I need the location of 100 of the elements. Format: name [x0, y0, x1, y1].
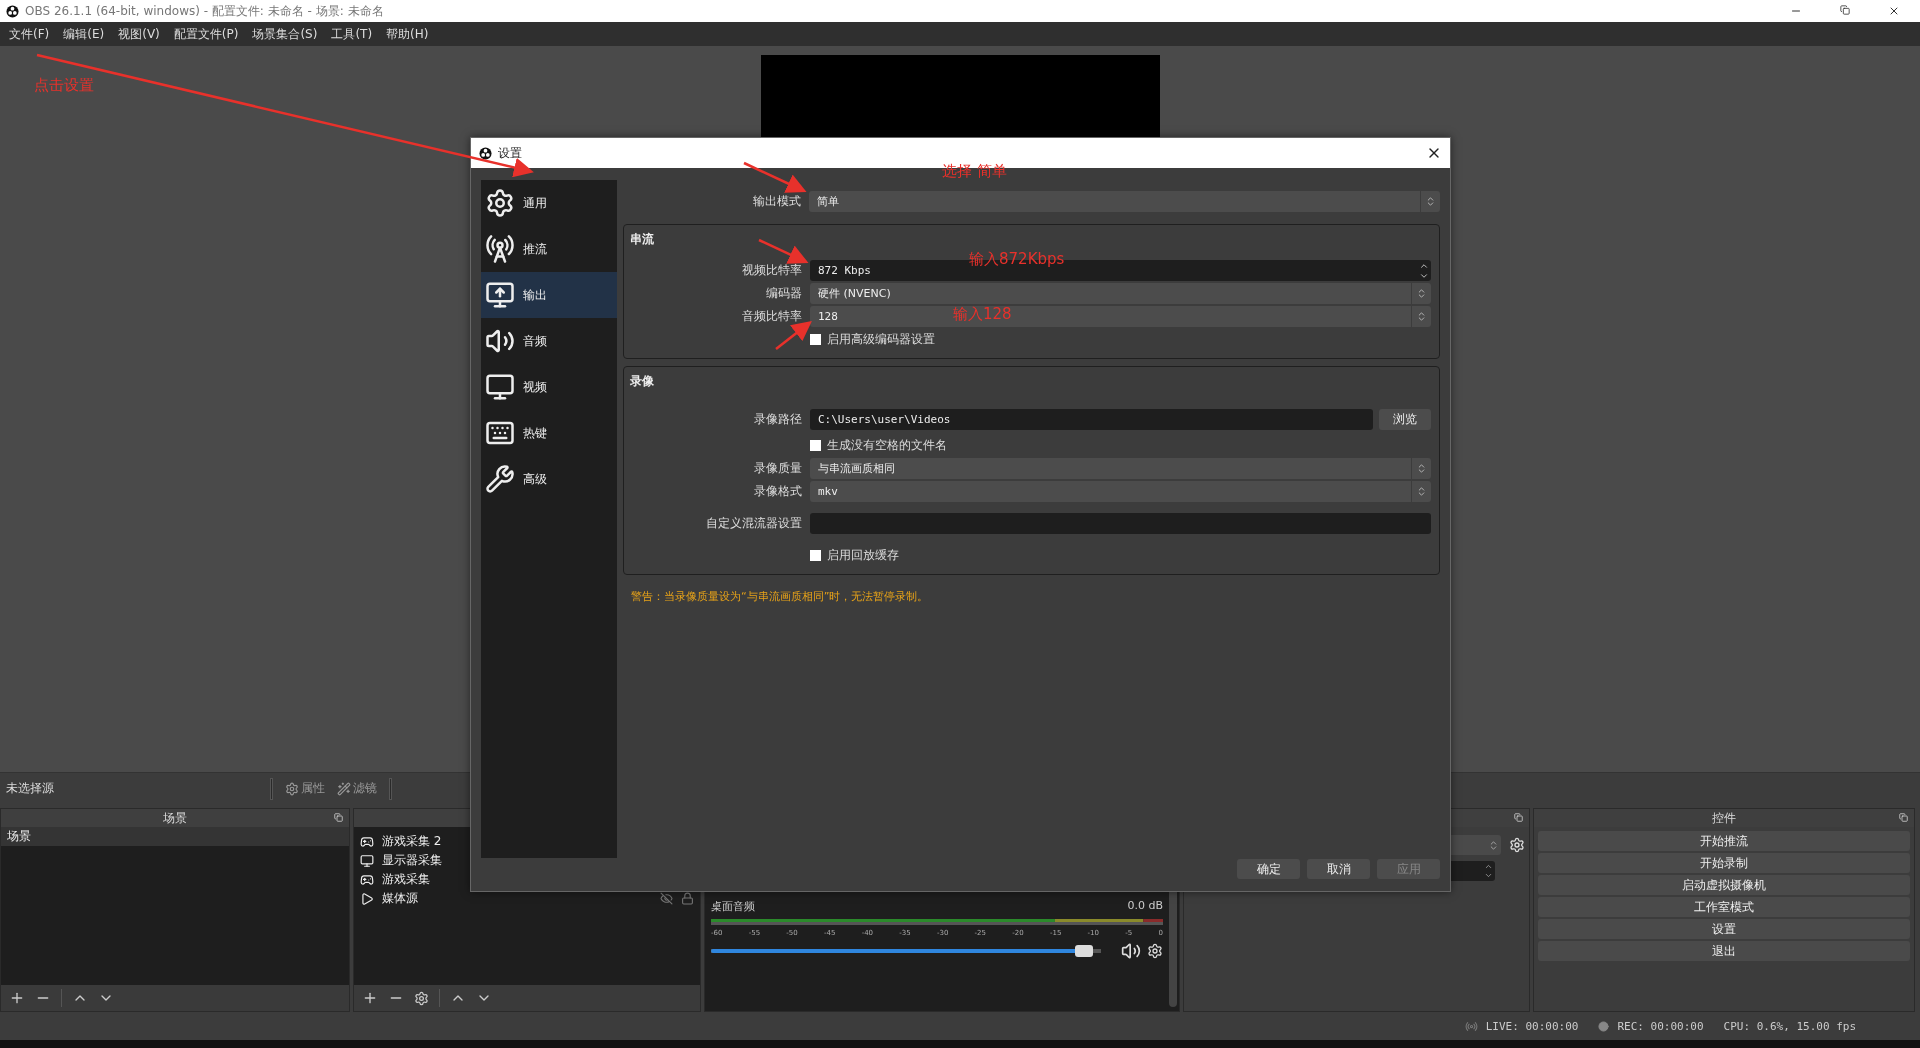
group-title: 串流 — [629, 231, 655, 248]
control-button[interactable]: 退出 — [1538, 941, 1910, 961]
add-icon[interactable] — [362, 990, 378, 1006]
menu-item[interactable]: 配置文件(P) — [166, 25, 246, 43]
source-item[interactable]: 游戏采集 — [354, 870, 700, 889]
float-icon[interactable] — [1899, 813, 1908, 822]
gear-icon — [485, 188, 515, 218]
settings-icon[interactable] — [1147, 943, 1163, 959]
slider-handle[interactable] — [1075, 945, 1094, 957]
gamepad-icon — [360, 872, 374, 887]
annotation-text: 输入128 — [953, 305, 1012, 324]
menu-item[interactable]: 编辑(E) — [56, 25, 112, 43]
dock-title: 控件 — [1712, 809, 1736, 827]
lock-icon[interactable] — [681, 892, 694, 905]
field-label: 录像格式 — [753, 482, 802, 500]
dropdown-field[interactable]: 与串流画质相同 — [810, 457, 1431, 479]
source-item[interactable]: 显示器采集 — [354, 851, 700, 870]
dropdown-field[interactable]: 硬件 (NVENC) — [810, 282, 1431, 304]
checkbox-label: 启用高级编码器设置 — [827, 330, 935, 348]
menu-item[interactable]: 工具(T) — [324, 25, 380, 43]
checkbox[interactable] — [810, 549, 821, 561]
control-button[interactable]: 启动虚拟摄像机 — [1538, 875, 1910, 895]
source-label: 游戏采集 2 — [382, 833, 442, 850]
dock-title: 场景 — [163, 809, 187, 827]
close-icon[interactable] — [1888, 5, 1900, 17]
record-dot-icon — [1598, 1020, 1610, 1032]
updown-icon — [1488, 839, 1499, 851]
broadcast-icon — [1464, 1019, 1478, 1033]
monitor-icon — [485, 372, 515, 402]
dialog-button[interactable]: 取消 — [1307, 859, 1370, 879]
sidebar-item[interactable]: 推流 — [481, 226, 617, 272]
restore-icon[interactable] — [1840, 5, 1850, 15]
sidebar-item[interactable]: 音频 — [481, 318, 617, 364]
rec-timer: REC: 00:00:00 — [1617, 1019, 1704, 1033]
checkbox[interactable] — [810, 333, 821, 345]
cpu-fps-readout: CPU: 0.6%, 15.00 fps — [1723, 1019, 1856, 1033]
field-label: 视频比特率 — [741, 261, 802, 279]
annotation-arrow — [758, 238, 809, 264]
monitor-arrow-icon — [485, 280, 515, 310]
source-label: 显示器采集 — [382, 852, 442, 869]
sidebar-item[interactable]: 高级 — [481, 456, 617, 502]
source-item[interactable]: 媒体源 — [354, 889, 700, 908]
control-button[interactable]: 设置 — [1538, 919, 1910, 939]
control-button[interactable]: 开始推流 — [1538, 831, 1910, 851]
play-icon — [360, 891, 374, 906]
sidebar-item[interactable]: 通用 — [481, 180, 617, 226]
sidebar-item[interactable]: 视频 — [481, 364, 617, 410]
path-field[interactable]: C:\Users\user\Videos — [810, 408, 1373, 430]
db-reading: 0.0 dB — [1127, 899, 1163, 914]
dropdown-field[interactable]: 简单 — [809, 190, 1440, 212]
menu-item[interactable]: 视图(V) — [111, 25, 167, 43]
control-button[interactable]: 开始录制 — [1538, 853, 1910, 873]
field-label: 编码器 — [765, 284, 802, 302]
gamepad-icon — [360, 834, 374, 849]
annotation-arrow — [775, 320, 812, 350]
wrench-icon — [485, 464, 515, 494]
source-item[interactable]: 游戏采集 2 — [354, 832, 700, 851]
float-icon[interactable] — [1514, 813, 1523, 822]
annotation-arrow — [743, 161, 807, 193]
menu-item[interactable]: 场景集合(S) — [245, 25, 325, 43]
source-label: 游戏采集 — [382, 871, 430, 888]
menu-item[interactable]: 帮助(H) — [379, 25, 436, 43]
field-label: 输出模式 — [752, 192, 801, 210]
annotation-text: 选择 简单 — [942, 162, 1007, 181]
toolbar-button[interactable]: 滤镜 — [331, 780, 383, 797]
app-logo-icon — [6, 4, 19, 18]
monitor-icon — [360, 853, 374, 868]
menu-item[interactable]: 文件(F) — [2, 25, 57, 43]
gear-icon — [285, 781, 299, 796]
eye-off-icon[interactable] — [660, 892, 673, 905]
dialog-title: 设置 — [498, 144, 522, 162]
wand-icon — [337, 781, 351, 796]
source-label: 媒体源 — [382, 890, 418, 907]
field-label: 自定义混流器设置 — [705, 514, 802, 532]
settings-icon[interactable] — [1509, 837, 1525, 853]
float-icon[interactable] — [334, 813, 343, 822]
antenna-icon — [485, 234, 515, 264]
toolbar-button[interactable]: 属性 — [279, 780, 331, 797]
field-label: 录像质量 — [753, 459, 802, 477]
scene-item[interactable]: 场景 — [1, 827, 349, 846]
dropdown-field[interactable]: mkv — [810, 480, 1431, 502]
add-icon[interactable] — [9, 990, 25, 1006]
field-label: 音频比特率 — [741, 307, 802, 325]
no-source-label: 未选择源 — [6, 780, 55, 797]
app-logo-icon — [479, 146, 492, 160]
channel-name: 桌面音频 — [711, 899, 755, 914]
browse-button[interactable]: 浏览 — [1379, 408, 1431, 430]
field-label: 录像路径 — [753, 410, 802, 428]
control-button[interactable]: 工作室模式 — [1538, 897, 1910, 917]
sidebar-item[interactable]: 热键 — [481, 410, 617, 456]
settings-icon[interactable] — [414, 990, 429, 1006]
checkbox-label: 生成没有空格的文件名 — [827, 436, 947, 454]
sidebar-item[interactable]: 输出 — [481, 272, 617, 318]
input-field[interactable] — [810, 512, 1431, 534]
live-timer: LIVE: 00:00:00 — [1485, 1019, 1579, 1033]
dialog-button[interactable]: 确定 — [1237, 859, 1300, 879]
checkbox[interactable] — [810, 439, 821, 451]
group-title: 录像 — [629, 373, 655, 390]
speaker-icon[interactable] — [1121, 941, 1141, 961]
window-title: OBS 26.1.1 (64-bit, windows) - 配置文件: 未命名 - 场景: 未命名 — [25, 2, 384, 20]
